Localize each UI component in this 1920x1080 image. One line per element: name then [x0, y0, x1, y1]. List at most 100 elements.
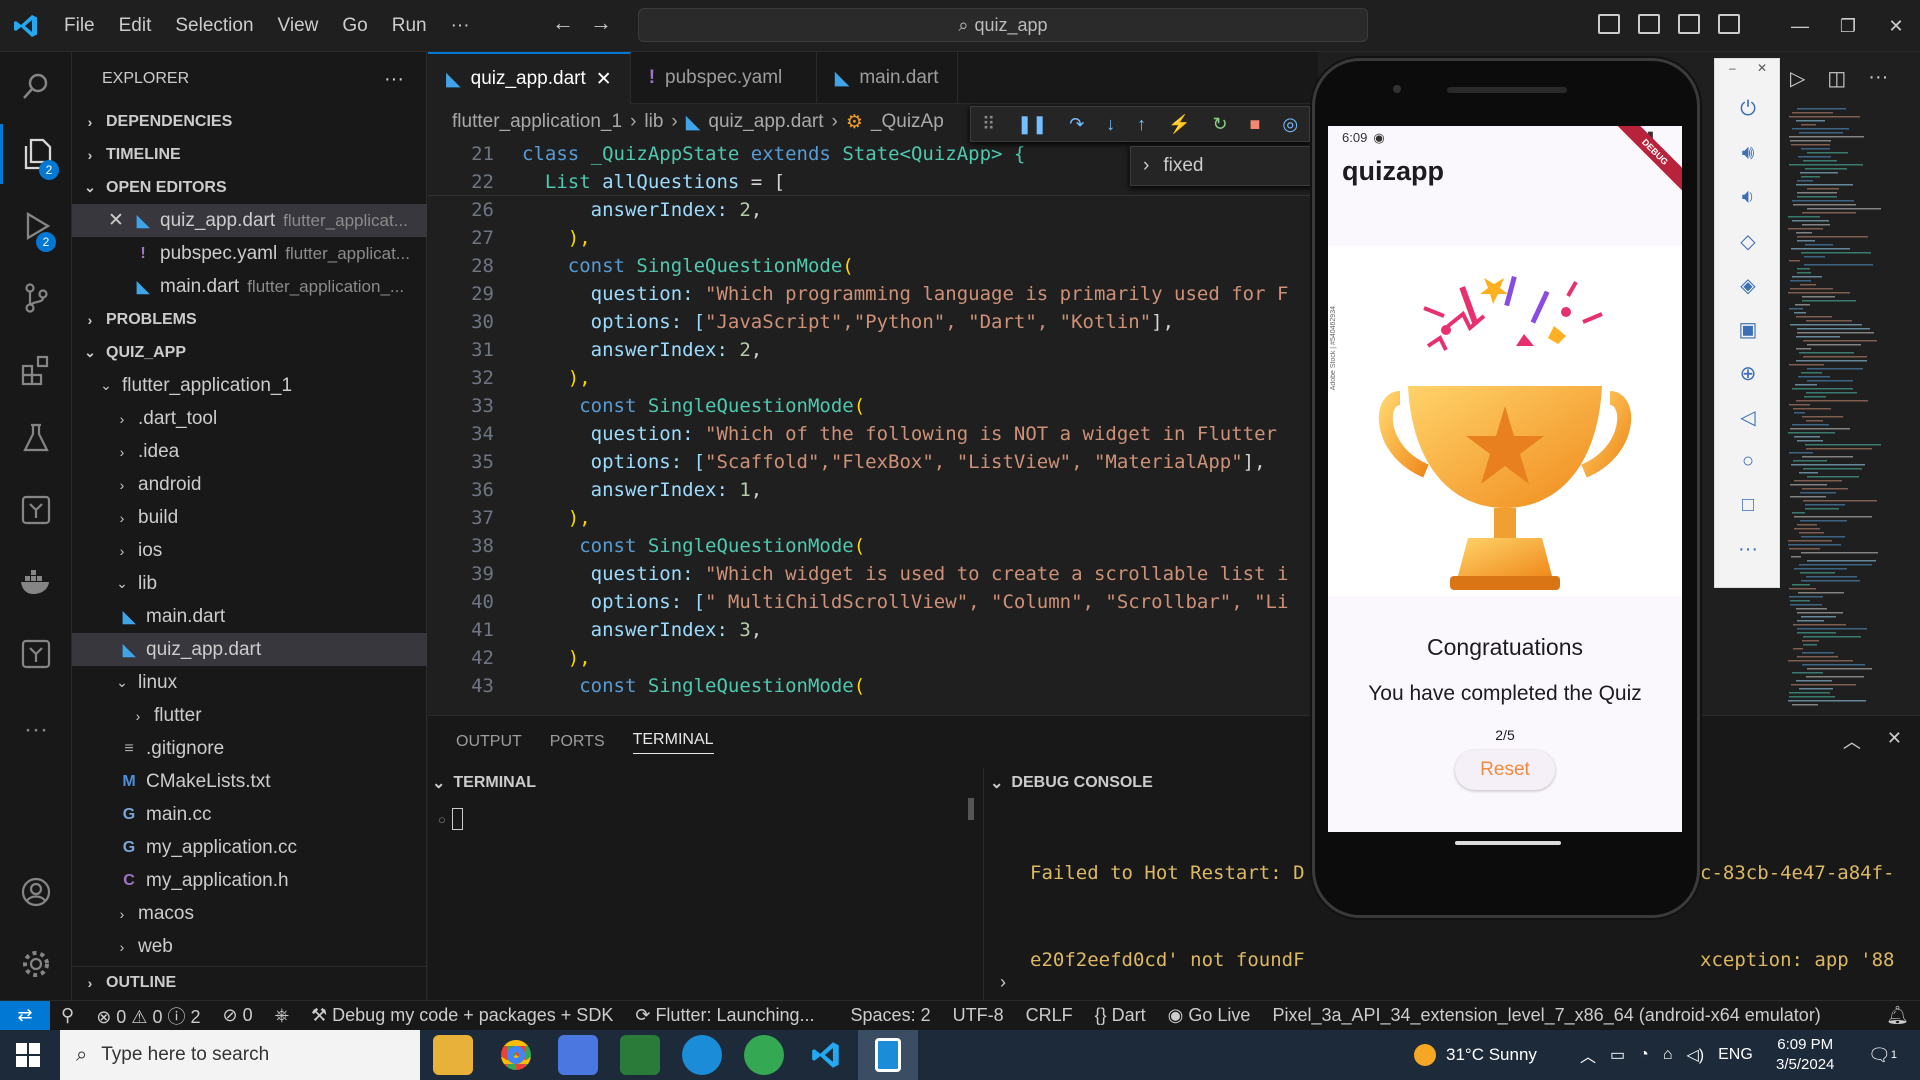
- toggle-secondary-sidebar-icon[interactable]: [1678, 14, 1700, 34]
- command-center-search[interactable]: ⌕ quiz_app: [638, 8, 1368, 42]
- run-debug-activity-icon[interactable]: 2: [0, 196, 72, 256]
- windows-start-icon[interactable]: [16, 1043, 40, 1072]
- stop-icon[interactable]: ■: [1250, 114, 1261, 135]
- maximize-panel-icon[interactable]: ︿: [1843, 728, 1861, 754]
- run-file-icon[interactable]: ▷: [1790, 66, 1805, 91]
- zoom-icon[interactable]: ⊕: [1715, 351, 1781, 395]
- breadcrumb-item[interactable]: lib: [644, 111, 663, 133]
- taskbar-search[interactable]: ⌕ Type here to search: [60, 1030, 420, 1080]
- tab-main-dart[interactable]: ◣ main.dart: [817, 52, 958, 104]
- panel-tab-terminal[interactable]: TERMINAL: [632, 731, 714, 754]
- section-open-editors[interactable]: ⌄ OPEN EDITORS: [72, 171, 427, 204]
- volume-up-icon[interactable]: 🔊︎: [1715, 131, 1781, 175]
- chrome-app-icon[interactable]: [496, 1035, 536, 1075]
- tree-folder-root[interactable]: ⌄ flutter_application_1: [72, 369, 427, 402]
- terminal-cursor[interactable]: [451, 808, 463, 830]
- extensions-icon[interactable]: [0, 340, 72, 400]
- tree-folder-android[interactable]: › android: [72, 468, 427, 501]
- weather-widget[interactable]: 31°C Sunny: [1414, 1030, 1537, 1080]
- battery-icon[interactable]: ▭: [1610, 1045, 1625, 1065]
- tree-file-main-cc[interactable]: Gmain.cc: [72, 798, 427, 831]
- close-editor-icon[interactable]: ✕: [108, 209, 126, 232]
- copilot-app-icon[interactable]: [558, 1035, 598, 1075]
- speaker-icon[interactable]: ◁): [1686, 1045, 1704, 1065]
- indentation-status[interactable]: Spaces: 2: [840, 1005, 942, 1026]
- chrome-profile-app-icon[interactable]: [744, 1035, 784, 1075]
- close-tab-icon[interactable]: ✕: [596, 68, 612, 91]
- toggle-sidebar-icon[interactable]: [1598, 14, 1620, 34]
- rotate-left-icon[interactable]: ◇: [1715, 219, 1781, 263]
- menu-selection[interactable]: Selection: [163, 0, 265, 52]
- open-editor-main[interactable]: ◣ main.dart flutter_application_...: [72, 270, 427, 303]
- debug-launch-icon[interactable]: ⎈: [264, 1005, 300, 1026]
- encoding-status[interactable]: UTF-8: [942, 1005, 1015, 1026]
- section-timeline[interactable]: › TIMELINE: [72, 138, 427, 171]
- menu-file[interactable]: File: [52, 0, 107, 52]
- hot-reload-icon[interactable]: ⚡: [1168, 114, 1190, 135]
- find-input[interactable]: fixed: [1163, 155, 1203, 177]
- tree-folder-idea[interactable]: › .idea: [72, 435, 427, 468]
- more-views-icon[interactable]: ···: [0, 700, 72, 760]
- emulator-close-icon[interactable]: ✕: [1757, 61, 1767, 75]
- tree-file-gitignore[interactable]: ≡ .gitignore: [72, 732, 427, 765]
- code-editor[interactable]: 21 class _QuizAppState extends State<Quiz…: [428, 140, 1318, 715]
- flutter-status[interactable]: ⟳ Flutter: Launching...: [624, 1005, 825, 1026]
- screenshot-camera-icon[interactable]: ▣: [1715, 307, 1781, 351]
- debug-console-input-chevron-icon[interactable]: ›: [1000, 972, 1006, 993]
- section-dependencies[interactable]: › DEPENDENCIES: [72, 105, 427, 138]
- chevron-right-icon[interactable]: ›: [1143, 155, 1149, 177]
- meet-app-icon[interactable]: [620, 1035, 660, 1075]
- account-icon[interactable]: [0, 862, 72, 922]
- tab-pubspec-yaml[interactable]: ! pubspec.yaml: [631, 52, 817, 104]
- back-icon[interactable]: ◁: [1715, 395, 1781, 439]
- emulator-more-icon[interactable]: ···: [1715, 527, 1781, 571]
- docker-icon[interactable]: [0, 552, 72, 612]
- power-icon[interactable]: ⏻: [1715, 87, 1781, 131]
- restore-icon[interactable]: ❐: [1824, 16, 1872, 37]
- tree-folder-flutter[interactable]: › flutter: [72, 699, 427, 732]
- wifi-icon[interactable]: ◔: [1639, 1046, 1649, 1064]
- edge-app-icon[interactable]: [682, 1035, 722, 1075]
- step-out-icon[interactable]: ↑: [1137, 114, 1146, 135]
- tray-expand-icon[interactable]: ︿: [1580, 1043, 1596, 1067]
- source-control-icon[interactable]: [0, 268, 72, 328]
- tree-file-my-app-cc[interactable]: Gmy_application.cc: [72, 831, 427, 864]
- close-panel-icon[interactable]: ✕: [1887, 728, 1902, 754]
- vscode-app-icon[interactable]: [806, 1035, 846, 1075]
- sash-handle[interactable]: [968, 798, 974, 820]
- tree-folder-dart-tool[interactable]: › .dart_tool: [72, 402, 427, 435]
- file-explorer-app-icon[interactable]: [433, 1035, 473, 1075]
- back-arrow-icon[interactable]: ←: [552, 10, 574, 36]
- notifications-bell-icon[interactable]: 🔔︎: [1875, 1005, 1920, 1026]
- debug-config[interactable]: ⚒ Debug my code + packages + SDK: [300, 1005, 624, 1026]
- home-icon[interactable]: ○: [1715, 439, 1781, 483]
- menu-run[interactable]: Run: [380, 0, 439, 52]
- tree-folder-lib[interactable]: ⌄ lib: [72, 567, 427, 600]
- reset-button[interactable]: Reset: [1455, 750, 1555, 790]
- tree-file-main-dart[interactable]: ◣ main.dart: [72, 600, 427, 633]
- menu-go[interactable]: Go: [330, 0, 379, 52]
- ports-indicator[interactable]: ⊘ 0: [211, 1005, 263, 1026]
- terminal-section-header[interactable]: ⌄ TERMINAL: [432, 768, 536, 798]
- tree-folder-macos[interactable]: › macos: [72, 897, 427, 930]
- panel-tab-ports[interactable]: PORTS: [550, 733, 605, 751]
- forward-arrow-icon[interactable]: →: [590, 10, 612, 36]
- emulator-screen[interactable]: 6:09◉ ▾▮ DEBUG quizapp: [1328, 126, 1682, 832]
- menu-edit[interactable]: Edit: [107, 0, 164, 52]
- tab-quiz-app-dart[interactable]: ◣ quiz_app.dart ✕: [428, 52, 631, 104]
- network-icon[interactable]: ⌂: [1663, 1046, 1673, 1064]
- overview-icon[interactable]: □: [1715, 483, 1781, 527]
- language-indicator[interactable]: ENG: [1718, 1046, 1753, 1064]
- minimize-icon[interactable]: —: [1776, 16, 1824, 37]
- tree-folder-web[interactable]: › web: [72, 930, 427, 963]
- language-status[interactable]: {} Dart: [1084, 1005, 1157, 1026]
- home-indicator[interactable]: [1455, 841, 1561, 845]
- emulator-app-icon[interactable]: [858, 1030, 918, 1080]
- breadcrumb-item[interactable]: _QuizAp: [871, 111, 944, 133]
- devtools-icon[interactable]: ◎: [1282, 114, 1298, 135]
- remote-indicator-icon[interactable]: ⇄: [0, 1000, 50, 1031]
- split-editor-icon[interactable]: ◫: [1827, 66, 1846, 91]
- breadcrumb-item[interactable]: quiz_app.dart: [708, 111, 823, 133]
- device-selector[interactable]: Pixel_3a_API_34_extension_level_7_x86_64…: [1261, 1005, 1831, 1026]
- step-over-icon[interactable]: ↷: [1069, 114, 1084, 135]
